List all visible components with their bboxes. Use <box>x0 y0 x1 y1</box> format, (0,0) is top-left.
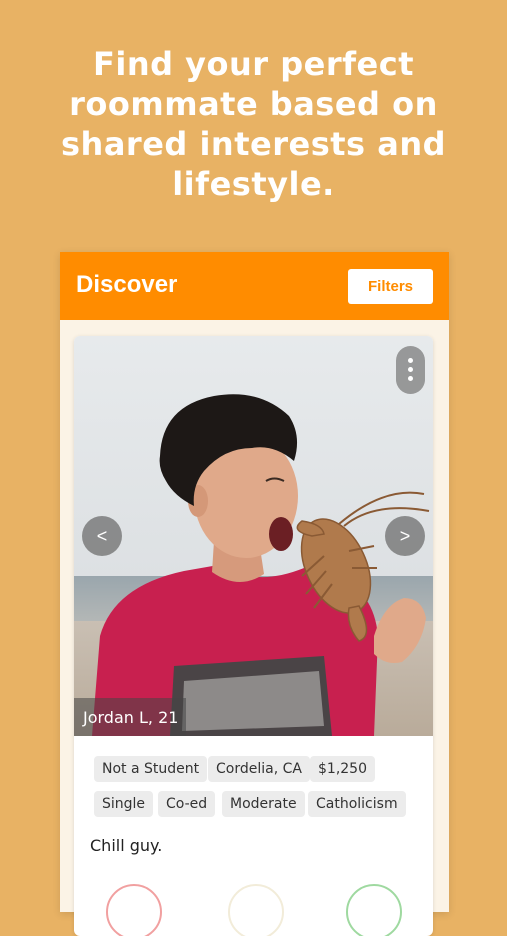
profile-name-age: Jordan L, 21 <box>83 708 179 727</box>
tag-chip: Catholicism <box>308 791 406 817</box>
tag-chip: Cordelia, CA <box>208 756 310 782</box>
page-title: Discover <box>76 271 178 298</box>
more-vertical-icon <box>408 358 413 363</box>
more-vertical-icon <box>408 376 413 381</box>
profile-photo-image <box>74 336 433 736</box>
tag-chip: Not a Student <box>94 756 208 782</box>
profile-bio: Chill guy. <box>90 836 163 855</box>
more-vertical-icon <box>408 367 413 372</box>
app-screen: Discover Filters < > Jordan L, 21 Not a … <box>60 252 449 936</box>
promo-headline-line: Find your perfect <box>93 45 414 83</box>
tag-chip: Co-ed <box>158 791 216 817</box>
accept-button[interactable] <box>346 884 402 936</box>
profile-photo[interactable]: < > Jordan L, 21 <box>74 336 433 736</box>
promo-headline-line: shared interests and <box>61 125 446 163</box>
promo-headline: Find your perfect roommate based on shar… <box>0 44 507 204</box>
profile-card[interactable]: < > Jordan L, 21 Not a Student Cordelia,… <box>74 336 433 936</box>
tag-chip: Single <box>94 791 154 817</box>
name-overlay: Jordan L, 21 <box>74 698 186 736</box>
reject-button[interactable] <box>106 884 162 936</box>
filters-button[interactable]: Filters <box>348 269 433 304</box>
app-header: Discover Filters <box>60 252 449 320</box>
promo-headline-line: lifestyle. <box>172 165 335 203</box>
tag-chip: Moderate <box>222 791 305 817</box>
promo-headline-line: roommate based on <box>69 85 438 123</box>
previous-photo-button[interactable]: < <box>82 516 122 556</box>
favorite-button[interactable] <box>228 884 284 936</box>
tag-chip: $1,250 <box>310 756 375 782</box>
more-options-button[interactable] <box>396 346 425 394</box>
next-photo-button[interactable]: > <box>385 516 425 556</box>
